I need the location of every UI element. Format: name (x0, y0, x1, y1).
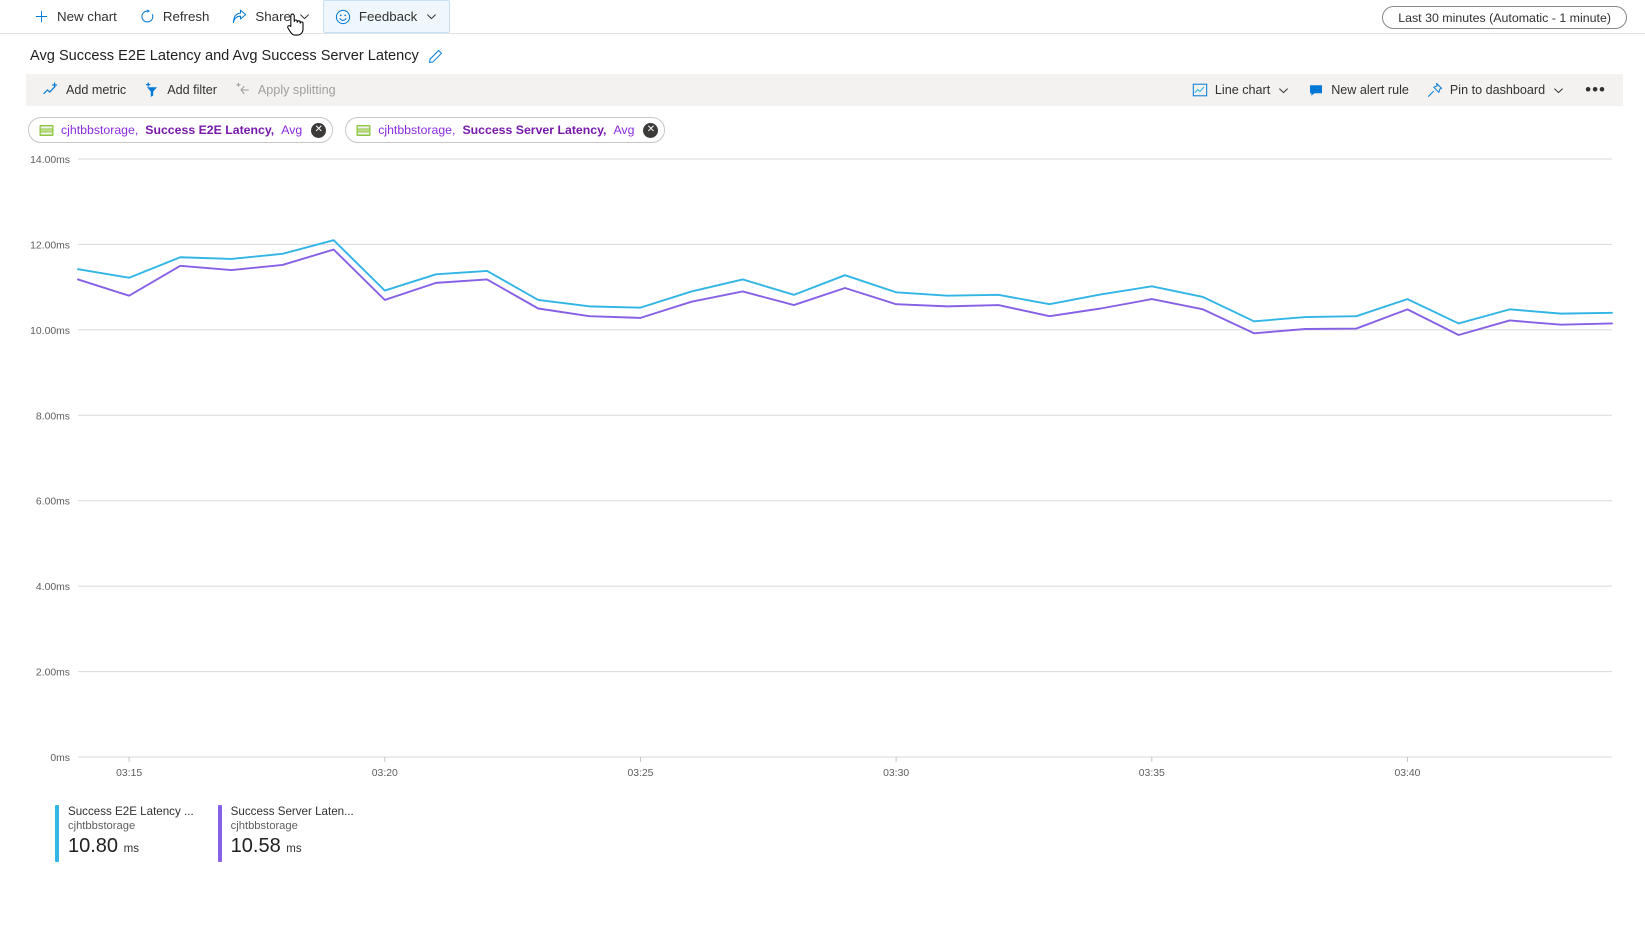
page-title: Avg Success E2E Latency and Avg Success … (30, 48, 419, 64)
legend-value-unit: ms (286, 843, 301, 855)
chart-svg[interactable]: 14.00ms 12.00ms 10.00ms 8.00ms 6.00ms 4.00ms 2… (0, 149, 1645, 799)
ellipsis-icon: ••• (1585, 85, 1606, 95)
pin-icon (1427, 82, 1443, 98)
pill-aggregation-label: Avg (281, 123, 302, 137)
pill-aggregation-label: Avg (613, 123, 634, 137)
metrics-chart-panel: Avg Success E2E Latency and Avg Success … (0, 34, 1645, 862)
time-range-picker[interactable]: Last 30 minutes (Automatic - 1 minute) (1382, 6, 1627, 29)
svg-text:6.00ms: 6.00ms (36, 497, 70, 508)
pill-metric-label: Success E2E Latency, (145, 123, 274, 137)
legend-value-number: 10.58 (231, 835, 281, 857)
legend-value-number: 10.80 (68, 835, 118, 857)
chart-series-lines (78, 240, 1612, 335)
new-alert-rule-button[interactable]: New alert rule (1299, 75, 1418, 105)
time-range-label: Last 30 minutes (Automatic - 1 minute) (1398, 11, 1611, 25)
legend-value-unit: ms (124, 843, 139, 855)
apply-splitting-icon (235, 82, 251, 98)
line-chart-icon (1192, 82, 1208, 98)
apply-splitting-button[interactable]: Apply splitting (226, 75, 345, 105)
legend-metric-name: Success E2E Latency ... (68, 805, 194, 819)
chevron-down-icon (1552, 84, 1565, 97)
add-metric-icon (43, 82, 59, 98)
feedback-label: Feedback (359, 9, 417, 24)
pill-resource-label: cjhtbbstorage, (61, 123, 138, 137)
legend-resource-name: cjhtbbstorage (231, 819, 354, 833)
legend-value: 10.80 ms (68, 834, 194, 862)
share-icon (231, 8, 248, 25)
share-label: Share (255, 9, 290, 24)
close-icon[interactable]: ✕ (643, 123, 658, 138)
chart-command-bar: Add metric Add filter Apply splitting (26, 74, 1623, 106)
refresh-label: Refresh (163, 9, 210, 24)
svg-text:03:40: 03:40 (1394, 768, 1420, 779)
legend-resource-name: cjhtbbstorage (68, 819, 194, 833)
legend-value: 10.58 ms (231, 834, 354, 862)
svg-text:03:20: 03:20 (372, 768, 398, 779)
legend-color-swatch (218, 805, 222, 862)
chart-title-row: Avg Success E2E Latency and Avg Success … (0, 34, 1645, 74)
svg-text:03:35: 03:35 (1139, 768, 1165, 779)
refresh-button[interactable]: Refresh (128, 0, 221, 34)
pill-resource-label: cjhtbbstorage, (378, 123, 455, 137)
add-metric-label: Add metric (66, 83, 126, 97)
metric-pill-success-e2e-latency[interactable]: cjhtbbstorage, Success E2E Latency, Avg … (28, 117, 333, 143)
svg-text:03:15: 03:15 (116, 768, 142, 779)
pin-to-dashboard-button[interactable]: Pin to dashboard (1418, 75, 1574, 105)
feedback-button[interactable]: Feedback (323, 0, 450, 33)
svg-text:03:30: 03:30 (883, 768, 909, 779)
svg-text:4.00ms: 4.00ms (36, 582, 70, 593)
pencil-icon[interactable] (428, 49, 443, 64)
pin-to-dashboard-label: Pin to dashboard (1450, 83, 1545, 97)
add-filter-label: Add filter (167, 83, 217, 97)
metric-pill-success-server-latency[interactable]: cjhtbbstorage, Success Server Latency, A… (345, 117, 665, 143)
chart-plot-area[interactable]: 14.00ms 12.00ms 10.00ms 8.00ms 6.00ms 4.00ms 2… (0, 149, 1645, 799)
chart-gridlines (78, 159, 1612, 757)
top-command-bar: New chart Refresh Share (0, 0, 1645, 34)
svg-text:8.00ms: 8.00ms (36, 411, 70, 422)
chevron-down-icon (298, 10, 312, 24)
legend-item-success-server-latency[interactable]: Success Server Laten... cjhtbbstorage 10… (218, 805, 354, 862)
more-options-button[interactable]: ••• (1574, 75, 1617, 105)
feedback-smiley-icon (335, 8, 352, 25)
plus-icon (33, 8, 50, 25)
chart-type-label: Line chart (1215, 83, 1270, 97)
storage-account-icon (39, 124, 54, 137)
metric-pill-row: cjhtbbstorage, Success E2E Latency, Avg … (0, 106, 1645, 143)
close-icon[interactable]: ✕ (311, 123, 326, 138)
svg-text:12.00ms: 12.00ms (30, 240, 70, 251)
legend-item-success-e2e-latency[interactable]: Success E2E Latency ... cjhtbbstorage 10… (55, 805, 194, 862)
storage-account-icon (356, 124, 371, 137)
svg-text:2.00ms: 2.00ms (36, 668, 70, 679)
share-button[interactable]: Share (220, 0, 322, 34)
chart-type-button[interactable]: Line chart (1183, 75, 1299, 105)
pill-metric-label: Success Server Latency, (462, 123, 606, 137)
add-filter-button[interactable]: Add filter (135, 75, 226, 105)
chevron-down-icon (1277, 84, 1290, 97)
svg-text:14.00ms: 14.00ms (30, 155, 70, 166)
svg-text:03:25: 03:25 (627, 768, 653, 779)
apply-splitting-label: Apply splitting (258, 83, 336, 97)
chart-command-bar-right: Line chart New alert rule (1183, 75, 1617, 105)
add-filter-icon (144, 82, 160, 98)
add-metric-button[interactable]: Add metric (34, 75, 135, 105)
alert-bell-icon (1308, 82, 1324, 98)
svg-text:10.00ms: 10.00ms (30, 326, 70, 337)
chart-x-axis-ticks: 03:15 03:20 03:25 03:30 03:35 03:40 (116, 757, 1421, 779)
refresh-icon (139, 8, 156, 25)
svg-text:0ms: 0ms (50, 753, 70, 764)
legend-metric-name: Success Server Laten... (231, 805, 354, 819)
chart-y-axis-labels: 14.00ms 12.00ms 10.00ms 8.00ms 6.00ms 4.00ms 2… (30, 155, 70, 764)
new-chart-button[interactable]: New chart (22, 0, 128, 34)
chevron-down-icon (424, 10, 438, 24)
new-chart-label: New chart (57, 9, 117, 24)
legend-color-swatch (55, 805, 59, 862)
new-alert-rule-label: New alert rule (1331, 83, 1409, 97)
chart-legend: Success E2E Latency ... cjhtbbstorage 10… (0, 799, 1645, 862)
